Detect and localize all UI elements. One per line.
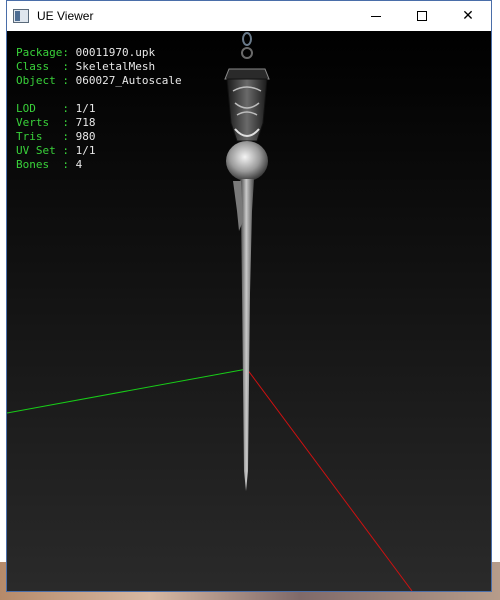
bones-label: Bones : — [16, 158, 69, 171]
title-bar[interactable]: UE Viewer ✕ — [7, 1, 491, 31]
bones-value: 4 — [75, 158, 83, 171]
close-icon: ✕ — [462, 8, 474, 24]
shaft — [240, 179, 254, 491]
close-button[interactable]: ✕ — [445, 1, 491, 31]
minimize-icon — [371, 15, 381, 17]
verts-value: 718 — [75, 116, 96, 129]
package-label: Package: — [16, 46, 69, 59]
verts-label: Verts : — [16, 116, 69, 129]
class-label: Class : — [16, 60, 69, 73]
maximize-icon — [417, 11, 427, 21]
maximize-button[interactable] — [399, 1, 445, 31]
tris-label: Tris : — [16, 130, 69, 143]
lod-row: LOD : 1/1 — [16, 102, 182, 116]
ue-viewer-window: UE Viewer ✕ Package: 00011970.upk Class … — [6, 0, 492, 592]
package-value: 00011970.upk — [75, 46, 156, 59]
object-value: 060027_Autoscale — [75, 74, 182, 87]
bones-row: Bones : 4 — [16, 158, 182, 172]
3d-viewport[interactable]: Package: 00011970.upk Class : SkeletalMe… — [7, 31, 491, 591]
orb — [226, 141, 268, 181]
object-label: Object : — [16, 74, 69, 87]
uvset-row: UV Set : 1/1 — [16, 144, 182, 158]
minimize-button[interactable] — [353, 1, 399, 31]
chain-link — [242, 32, 252, 46]
window-title: UE Viewer — [37, 9, 94, 23]
x-axis-line — [246, 368, 413, 591]
uvset-label: UV Set : — [16, 144, 69, 157]
class-row: Class : SkeletalMesh — [16, 60, 182, 74]
lod-label: LOD : — [16, 102, 69, 115]
verts-row: Verts : 718 — [16, 116, 182, 130]
mesh-info-overlay: Package: 00011970.upk Class : SkeletalMe… — [16, 46, 182, 172]
tris-row: Tris : 980 — [16, 130, 182, 144]
app-icon — [13, 9, 29, 23]
head-body — [226, 78, 268, 142]
uvset-value: 1/1 — [75, 144, 96, 157]
class-value: SkeletalMesh — [75, 60, 156, 73]
object-row: Object : 060027_Autoscale — [16, 74, 182, 88]
head-top — [224, 68, 270, 80]
lod-value: 1/1 — [75, 102, 96, 115]
y-axis-line — [7, 368, 248, 414]
package-row: Package: 00011970.upk — [16, 46, 182, 60]
chain-ring — [241, 47, 253, 59]
tris-value: 980 — [75, 130, 96, 143]
